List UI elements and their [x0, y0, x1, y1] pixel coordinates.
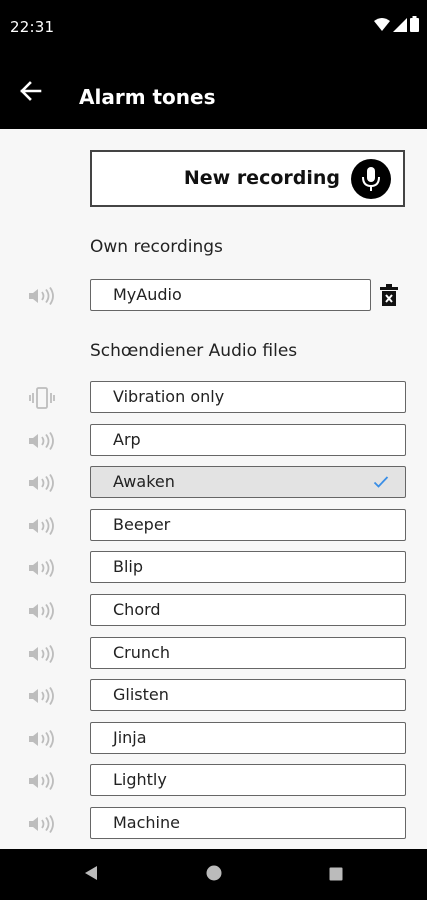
new-recording-label: New recording: [183, 167, 340, 189]
audio-file-row: Blip: [0, 551, 427, 585]
audio-file-row: Glisten: [0, 679, 427, 713]
back-button[interactable]: [16, 78, 46, 108]
delete-icon[interactable]: [378, 282, 400, 308]
tone-label: Vibration only: [113, 387, 225, 406]
audio-file-row: Jinja: [0, 721, 427, 756]
status-icons: [374, 16, 419, 36]
page-title: Alarm tones: [79, 85, 216, 109]
audio-file-item[interactable]: Machine: [90, 807, 406, 839]
app-bar: Alarm tones: [0, 56, 427, 129]
tone-label: Glisten: [113, 685, 169, 705]
audio-file-row: Arp: [0, 423, 427, 458]
tone-label: Blip: [113, 557, 144, 577]
arrow-left-icon: [20, 81, 42, 105]
tone-label: Crunch: [113, 642, 170, 662]
nav-home-button[interactable]: [201, 862, 227, 888]
own-recordings-heading: Own recordings: [90, 237, 223, 257]
tone-label: Awaken: [113, 472, 175, 492]
audio-file-item[interactable]: Crunch: [90, 636, 406, 669]
speaker-icon[interactable]: [26, 599, 58, 623]
tone-label: Jinja: [113, 727, 147, 747]
audio-file-item[interactable]: Lightly: [90, 764, 406, 797]
speaker-icon[interactable]: [26, 769, 58, 793]
audio-file-row: Beeper: [0, 508, 427, 543]
audio-file-item[interactable]: Vibration only: [90, 381, 406, 413]
status-bar: 22:31: [0, 0, 427, 56]
microphone-icon: [351, 159, 391, 199]
status-time: 22:31: [10, 18, 55, 36]
tone-label: Chord: [113, 600, 161, 619]
vibration-icon[interactable]: [26, 386, 58, 410]
signal-icon: [393, 17, 407, 36]
audio-file-row: Machine: [0, 807, 427, 841]
tone-label: Beeper: [113, 514, 171, 534]
audio-file-item[interactable]: Chord: [90, 594, 406, 626]
audio-file-item[interactable]: Awaken: [90, 466, 406, 499]
recents-square-icon: [329, 866, 343, 885]
audio-file-item[interactable]: Blip: [90, 551, 406, 584]
check-icon: [373, 474, 389, 493]
own-recording-item[interactable]: MyAudio: [90, 279, 371, 311]
audio-files-heading: Schœndiener Audio files: [90, 341, 298, 361]
audio-file-item[interactable]: Beeper: [90, 508, 406, 541]
system-nav-bar: [0, 849, 427, 900]
speaker-icon[interactable]: [26, 514, 58, 538]
new-recording-button[interactable]: New recording: [90, 150, 405, 207]
audio-file-row: Awaken: [0, 466, 427, 500]
speaker-icon[interactable]: [26, 812, 58, 836]
speaker-icon[interactable]: [26, 556, 58, 580]
own-recording-row: MyAudio: [0, 279, 427, 313]
nav-back-button[interactable]: [78, 862, 104, 888]
nav-recents-button[interactable]: [323, 862, 349, 888]
audio-file-row: Lightly: [0, 764, 427, 798]
home-circle-icon: [206, 865, 222, 885]
speaker-icon[interactable]: [26, 429, 58, 453]
audio-file-row: Crunch: [0, 636, 427, 671]
audio-file-row: Chord: [0, 594, 427, 628]
wifi-icon: [374, 17, 390, 36]
tone-label: MyAudio: [113, 285, 182, 304]
speaker-icon[interactable]: [26, 284, 58, 308]
speaker-icon[interactable]: [26, 727, 58, 751]
speaker-icon[interactable]: [26, 684, 58, 708]
audio-file-item[interactable]: Glisten: [90, 679, 406, 712]
battery-icon: [410, 16, 419, 36]
tone-label: Lightly: [113, 770, 167, 790]
back-triangle-icon: [84, 865, 98, 885]
audio-file-row: Vibration only: [0, 381, 427, 415]
tone-label: Machine: [113, 813, 180, 832]
speaker-icon[interactable]: [26, 642, 58, 666]
audio-file-item[interactable]: Jinja: [90, 721, 406, 754]
speaker-icon[interactable]: [26, 471, 58, 495]
audio-file-item[interactable]: Arp: [90, 423, 406, 456]
alarm-tone-list[interactable]: New recording Own recordings MyAudio Sch…: [0, 129, 427, 849]
tone-label: Arp: [113, 429, 141, 449]
